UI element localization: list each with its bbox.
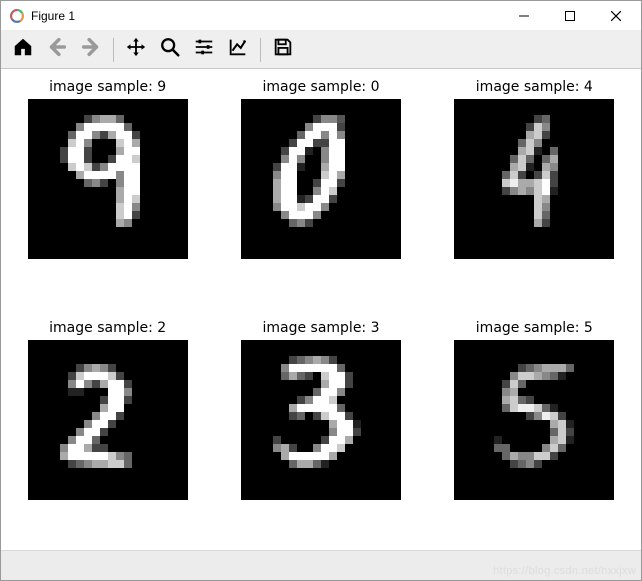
subplot-title: image sample: 2 (49, 320, 166, 336)
pan-button[interactable] (120, 35, 152, 65)
axes-button[interactable] (222, 35, 254, 65)
app-icon (9, 8, 25, 24)
subplot-2: image sample: 4 (446, 79, 623, 292)
subplot-title: image sample: 3 (262, 320, 379, 336)
subplots-button[interactable] (188, 35, 220, 65)
move-icon (125, 36, 147, 63)
subplot-image (241, 340, 401, 500)
statusbar (1, 550, 641, 580)
subplot-4: image sample: 3 (232, 320, 409, 533)
subplot-title: image sample: 9 (49, 79, 166, 95)
subplot-title: image sample: 0 (262, 79, 379, 95)
axes-icon (227, 36, 249, 63)
subplot-image (28, 99, 188, 259)
subplot-grid: image sample: 9 image sample: 0 image sa… (19, 79, 623, 532)
subplot-image (454, 99, 614, 259)
zoom-button[interactable] (154, 35, 186, 65)
home-icon (12, 36, 34, 63)
arrow-left-icon (46, 36, 68, 63)
minimize-button[interactable] (501, 1, 547, 31)
home-button[interactable] (7, 35, 39, 65)
back-button[interactable] (41, 35, 73, 65)
toolbar (1, 31, 641, 69)
figure-window: Figure 1 (0, 0, 642, 581)
figure-canvas[interactable]: image sample: 9 image sample: 0 image sa… (1, 69, 641, 550)
subplot-image (28, 340, 188, 500)
toolbar-separator (260, 38, 261, 62)
sliders-icon (193, 36, 215, 63)
subplot-1: image sample: 0 (232, 79, 409, 292)
subplot-3: image sample: 2 (19, 320, 196, 533)
zoom-icon (159, 36, 181, 63)
subplot-title: image sample: 5 (476, 320, 593, 336)
subplot-5: image sample: 5 (446, 320, 623, 533)
subplot-image (454, 340, 614, 500)
forward-button[interactable] (75, 35, 107, 65)
save-button[interactable] (267, 35, 299, 65)
maximize-button[interactable] (547, 1, 593, 31)
toolbar-separator (113, 38, 114, 62)
arrow-right-icon (80, 36, 102, 63)
subplot-image (241, 99, 401, 259)
save-icon (272, 36, 294, 63)
titlebar: Figure 1 (1, 1, 641, 31)
close-button[interactable] (593, 1, 639, 31)
window-title: Figure 1 (31, 9, 75, 23)
subplot-0: image sample: 9 (19, 79, 196, 292)
subplot-title: image sample: 4 (476, 79, 593, 95)
